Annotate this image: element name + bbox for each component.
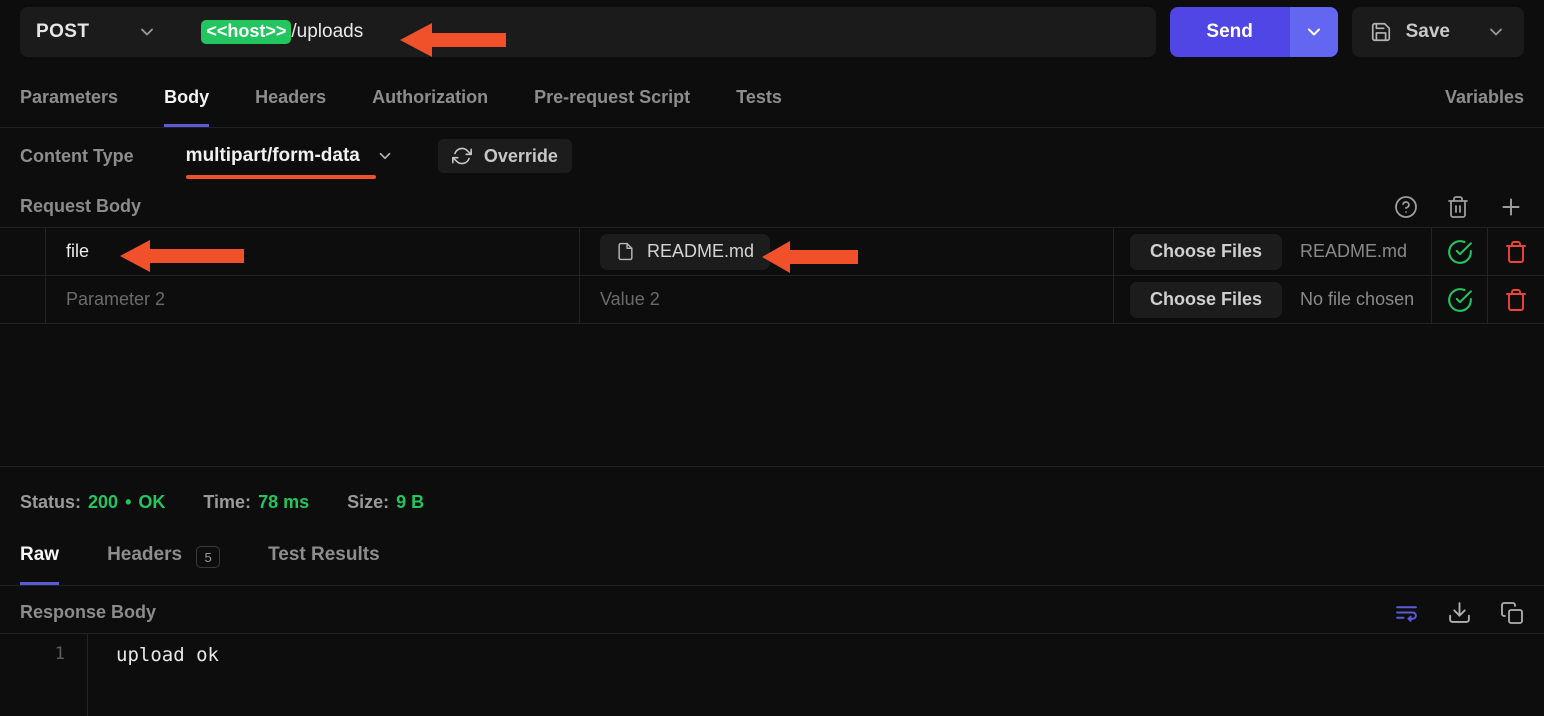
help-circle-icon[interactable] xyxy=(1394,195,1418,219)
content-type-chevron-down-icon xyxy=(376,147,394,165)
param-key-file[interactable]: file xyxy=(46,228,580,275)
table-row[interactable]: file README.md Choose Files README.md xyxy=(0,228,1544,276)
refresh-icon xyxy=(451,146,472,166)
save-disk-icon xyxy=(1370,21,1392,43)
override-button[interactable]: Override xyxy=(437,139,572,173)
send-options-chevron-down-icon[interactable] xyxy=(1289,7,1338,57)
tab-response-headers[interactable]: Headers 5 xyxy=(107,538,221,585)
size-value: 9 B xyxy=(396,491,425,512)
response-splitter[interactable] xyxy=(0,466,1544,467)
response-body-header: Response Body xyxy=(0,592,1544,634)
chevron-down-icon[interactable] xyxy=(137,22,157,42)
headers-count-badge: 5 xyxy=(196,546,221,568)
tab-pre-request-script[interactable]: Pre-request Script xyxy=(534,82,690,127)
param-value-cell[interactable]: README.md xyxy=(580,228,1114,275)
row-checkbox-cell[interactable] xyxy=(0,228,46,275)
download-icon[interactable] xyxy=(1447,600,1472,625)
param-key-placeholder: Parameter 2 xyxy=(66,289,166,309)
content-type-select[interactable]: multipart/form-data xyxy=(185,145,394,179)
tab-raw-label: Raw xyxy=(20,544,60,565)
url-input[interactable]: <<host>>/uploads xyxy=(201,20,363,44)
row-enabled-check-icon[interactable] xyxy=(1432,276,1488,323)
chosen-file-name: No file chosen xyxy=(1300,289,1415,309)
tab-tests[interactable]: Tests xyxy=(736,82,782,127)
tab-response-headers-label: Headers xyxy=(107,544,183,565)
file-icon xyxy=(616,242,635,261)
send-button-group: Send xyxy=(1169,7,1338,57)
param-value-placeholder: Value 2 xyxy=(600,289,660,309)
tab-raw[interactable]: Raw xyxy=(20,538,60,585)
table-row[interactable]: Parameter 2 Value 2 Choose Files No file… xyxy=(0,276,1544,324)
http-method-label[interactable]: POST xyxy=(36,21,89,43)
time-value: 78 ms xyxy=(258,491,310,512)
content-type-highlight-underline xyxy=(185,175,376,179)
response-body-actions xyxy=(1394,600,1524,625)
file-chip-name: README.md xyxy=(647,241,755,261)
status-code-value: 200 xyxy=(88,491,119,512)
row-checkbox-cell[interactable] xyxy=(0,276,46,323)
status-separator-dot: • xyxy=(125,491,132,512)
word-wrap-icon[interactable] xyxy=(1394,600,1419,625)
content-type-row: Content Type multipart/form-data Overrid… xyxy=(0,132,1544,180)
tab-variables[interactable]: Variables xyxy=(1445,82,1524,127)
choose-files-button[interactable]: Choose Files xyxy=(1130,233,1283,270)
override-button-label: Override xyxy=(483,145,558,166)
param-value-empty[interactable]: Value 2 xyxy=(580,276,1114,323)
request-body-table: file README.md Choose Files README.md Pa… xyxy=(0,228,1544,324)
response-tab-bar: Raw Headers 5 Test Results xyxy=(0,538,1544,586)
url-variable-chip: <<host>> xyxy=(201,20,292,44)
response-body-code: 1 upload ok xyxy=(0,634,1544,716)
request-url-bar: POST <<host>>/uploads Send Save xyxy=(0,0,1544,64)
row-enabled-check-icon[interactable] xyxy=(1432,228,1488,275)
tab-headers[interactable]: Headers xyxy=(255,82,326,127)
save-button-label: Save xyxy=(1405,21,1450,42)
file-chip-readme[interactable]: README.md xyxy=(600,233,771,270)
request-body-actions xyxy=(1394,194,1524,220)
copy-icon[interactable] xyxy=(1500,601,1524,625)
tab-body[interactable]: Body xyxy=(164,82,210,127)
content-type-value: multipart/form-data xyxy=(185,145,360,166)
time-label: Time: xyxy=(203,491,252,512)
file-picker-cell[interactable]: Choose Files README.md xyxy=(1114,228,1432,275)
plus-icon[interactable] xyxy=(1498,194,1524,220)
chosen-file-name: README.md xyxy=(1300,241,1408,261)
content-type-label: Content Type xyxy=(20,145,134,166)
response-body-text: upload ok xyxy=(116,644,219,666)
response-status-bar: Status: 200 • OK Time: 78 ms Size: 9 B xyxy=(0,480,1544,524)
status-group: Status: 200 • OK xyxy=(20,492,165,513)
row-delete-trash-icon[interactable] xyxy=(1488,228,1544,275)
tab-test-results[interactable]: Test Results xyxy=(268,538,380,585)
time-group: Time: 78 ms xyxy=(203,492,309,513)
tab-parameters[interactable]: Parameters xyxy=(20,82,118,127)
send-button[interactable]: Send xyxy=(1169,7,1290,57)
row-delete-trash-icon[interactable] xyxy=(1488,276,1544,323)
file-picker-cell[interactable]: Choose Files No file chosen xyxy=(1114,276,1432,323)
choose-files-button[interactable]: Choose Files xyxy=(1130,281,1283,318)
status-label: Status: xyxy=(20,491,82,512)
tab-authorization[interactable]: Authorization xyxy=(372,82,488,127)
status-text-value: OK xyxy=(138,491,166,512)
url-field[interactable]: POST <<host>>/uploads xyxy=(20,7,1156,57)
param-key-empty[interactable]: Parameter 2 xyxy=(46,276,580,323)
save-options-chevron-down-icon[interactable] xyxy=(1486,22,1506,42)
request-tab-bar: Parameters Body Headers Authorization Pr… xyxy=(0,82,1544,128)
line-number-gutter: 1 xyxy=(0,634,88,716)
size-label: Size: xyxy=(347,491,390,512)
response-body-title: Response Body xyxy=(20,602,157,622)
save-button[interactable]: Save xyxy=(1351,7,1524,57)
size-group: Size: 9 B xyxy=(347,492,424,513)
request-body-header: Request Body xyxy=(0,186,1544,228)
tab-test-results-label: Test Results xyxy=(268,544,380,565)
param-key-text: file xyxy=(66,241,90,261)
request-body-title: Request Body xyxy=(20,196,142,216)
trash-icon[interactable] xyxy=(1446,195,1470,219)
url-path-text: /uploads xyxy=(291,21,364,42)
